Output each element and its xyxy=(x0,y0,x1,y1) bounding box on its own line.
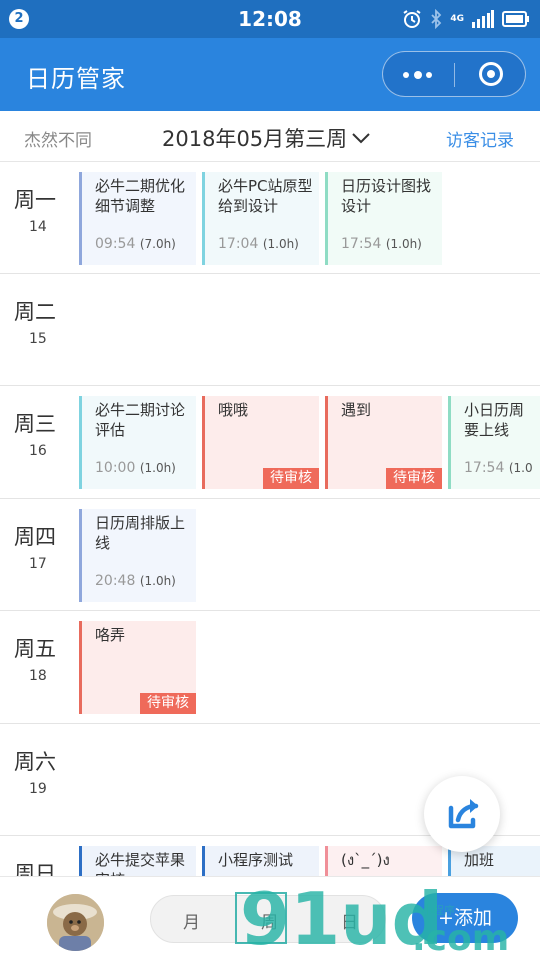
share-icon xyxy=(448,799,479,829)
day-row-tuesday: 周二 15 xyxy=(0,274,540,386)
user-name: 杰然不同 xyxy=(24,131,92,151)
share-button[interactable] xyxy=(424,776,500,852)
status-icons: 4G xyxy=(402,8,530,30)
day-name: 周三 xyxy=(14,412,56,436)
pending-review-badge: 待审核 xyxy=(140,693,196,714)
view-week-tab[interactable]: 周 xyxy=(261,908,278,933)
app-screen: 2 12:08 4G 日历管家 杰然不同 2018年05月第三周 访客记录 周一… xyxy=(0,0,540,960)
pending-review-badge: 待审核 xyxy=(263,468,319,489)
event-card[interactable]: 必牛PC站原型给到设计 17:04 (1.0h) xyxy=(202,172,319,265)
event-title: 必牛二期讨论评估 xyxy=(95,401,186,439)
day-row-wednesday: 周三 16 必牛二期讨论评估 10:00 (1.0h) 哦哦 待审核 遇到 待审… xyxy=(0,386,540,499)
event-time: 17:04 (1.0h) xyxy=(218,236,299,252)
add-label: 添加 xyxy=(453,907,492,929)
nav-bar: 日历管家 xyxy=(0,38,540,111)
event-time: 10:00 (1.0h) xyxy=(95,460,176,476)
bluetooth-icon xyxy=(431,9,442,29)
event-title: 必牛二期优化细节调整 xyxy=(95,177,186,215)
bottom-bar: 月 周 日 +添加 xyxy=(0,876,540,960)
day-date: 15 xyxy=(29,331,47,347)
event-time: 20:48 (1.0h) xyxy=(95,573,176,589)
plus-icon: + xyxy=(438,907,454,929)
event-title: (งˋ_ˊ)ง xyxy=(341,851,390,869)
more-dot-icon xyxy=(403,72,409,78)
day-name: 周二 xyxy=(14,300,56,324)
view-switch: 月 周 日 xyxy=(150,895,386,943)
week-label: 2018年05月第三周 xyxy=(162,127,348,151)
day-name: 周四 xyxy=(14,525,56,549)
event-card[interactable]: 必牛二期优化细节调整 09:54 (7.0h) xyxy=(79,172,196,265)
network-type: 4G xyxy=(450,13,464,24)
day-row-monday: 周一 14 必牛二期优化细节调整 09:54 (7.0h) 必牛PC站原型给到设… xyxy=(0,162,540,274)
event-time: 17:54 (1.0h) xyxy=(341,236,422,252)
event-title: 小日历周要上线 xyxy=(464,401,525,439)
event-card[interactable]: 哦哦 待审核 xyxy=(202,396,319,489)
avatar[interactable] xyxy=(47,894,104,951)
alarm-icon xyxy=(403,10,421,28)
page-title: 日历管家 xyxy=(26,65,126,93)
day-date: 17 xyxy=(29,556,47,572)
event-card[interactable]: 日历设计图找设计 17:54 (1.0h) xyxy=(325,172,442,265)
event-title: 咯弄 xyxy=(95,626,126,644)
event-title: 必牛PC站原型给到设计 xyxy=(218,177,313,215)
event-title: 日历周排版上线 xyxy=(95,514,186,552)
event-card[interactable]: 咯弄 待审核 xyxy=(79,621,196,714)
battery-icon xyxy=(502,11,529,27)
pending-review-badge: 待审核 xyxy=(386,468,442,489)
visitor-record-link[interactable]: 访客记录 xyxy=(446,126,514,151)
event-card[interactable]: 遇到 待审核 xyxy=(325,396,442,489)
event-title: 小程序测试 xyxy=(218,851,294,869)
event-title: 日历设计图找设计 xyxy=(341,177,432,215)
day-date: 19 xyxy=(29,781,47,797)
more-dot-icon xyxy=(414,71,422,79)
close-button[interactable] xyxy=(455,52,526,96)
day-date: 16 xyxy=(29,443,47,459)
add-button[interactable]: +添加 xyxy=(412,893,518,943)
more-button[interactable] xyxy=(383,52,454,96)
avatar-bear-icon xyxy=(47,894,104,951)
day-date: 18 xyxy=(29,668,47,684)
day-name: 周五 xyxy=(14,637,56,661)
event-card[interactable]: 小日历周要上线 17:54 (1.0 xyxy=(448,396,540,489)
day-row-friday: 周五 18 咯弄 待审核 xyxy=(0,611,540,724)
event-card[interactable]: 必牛二期讨论评估 10:00 (1.0h) xyxy=(79,396,196,489)
event-title: 遇到 xyxy=(341,401,372,419)
view-day-tab[interactable]: 日 xyxy=(341,908,358,933)
day-name: 周一 xyxy=(14,188,56,212)
event-time: 17:54 (1.0 xyxy=(464,460,533,476)
event-time: 09:54 (7.0h) xyxy=(95,236,176,252)
status-bar: 2 12:08 4G xyxy=(0,0,540,38)
event-title: 哦哦 xyxy=(218,401,249,419)
week-header: 杰然不同 2018年05月第三周 访客记录 xyxy=(0,111,540,162)
view-month-tab[interactable]: 月 xyxy=(183,908,200,933)
day-row-thursday: 周四 17 日历周排版上线 20:48 (1.0h) xyxy=(0,499,540,611)
close-circle-icon xyxy=(479,62,503,86)
week-selector[interactable]: 2018年05月第三周 xyxy=(162,123,371,153)
day-date: 14 xyxy=(29,219,47,235)
day-name: 周六 xyxy=(14,750,56,774)
chevron-down-icon xyxy=(352,133,370,144)
event-title: 加班 xyxy=(464,851,495,869)
event-card[interactable]: 日历周排版上线 20:48 (1.0h) xyxy=(79,509,196,602)
signal-icon xyxy=(472,10,494,28)
mini-program-capsule xyxy=(382,51,526,97)
more-dot-icon xyxy=(426,72,432,78)
